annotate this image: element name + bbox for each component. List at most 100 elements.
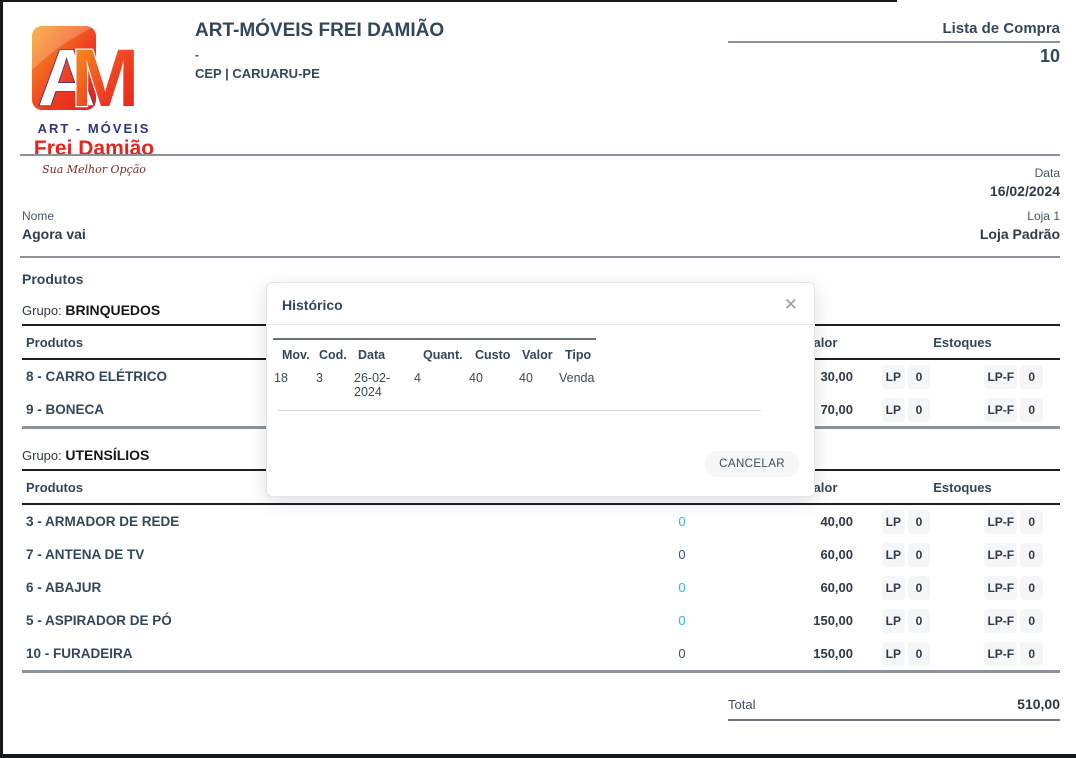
modal-title: Histórico: [282, 297, 343, 313]
modal-table-top-border: [273, 338, 596, 340]
modal-cell-tipo: Venda: [559, 371, 594, 399]
product-qty-link[interactable]: 0: [658, 514, 706, 529]
company-address-line: -: [195, 48, 444, 62]
total-row: Total 510,00: [728, 696, 1060, 721]
lp-chip-value: 0: [908, 576, 931, 600]
product-valor: 40,00: [790, 514, 853, 529]
data-label: Data: [990, 166, 1060, 180]
lp-chip-value: 0: [908, 398, 931, 422]
document-underline: [728, 41, 1060, 43]
modal-col-data: Data: [358, 348, 423, 362]
group-label-prefix: Grupo:: [22, 303, 62, 318]
modal-table-header-row: Mov. Cod. Data Quant. Custo Valor Tipo: [267, 348, 814, 362]
product-row: 10 - FURADEIRA 0 150,00 LP 0 LP-F 0: [22, 637, 1060, 670]
modal-col-mov: Mov.: [282, 348, 319, 362]
product-row: 6 - ABAJUR 0 60,00 LP 0 LP-F 0: [22, 571, 1060, 604]
lpf-chip-value: 0: [1020, 510, 1043, 534]
nome-value: Agora vai: [22, 226, 86, 242]
modal-col-custo: Custo: [475, 348, 522, 362]
modal-cell-valor: 40: [519, 371, 559, 399]
modal-cell-mov: 18: [274, 371, 316, 399]
company-cep-line: CEP | CARUARU-PE: [195, 66, 444, 81]
lp-chip-label: LP: [882, 365, 905, 389]
product-row: 7 - ANTENA DE TV 0 60,00 LP 0 LP-F 0: [22, 538, 1060, 571]
product-qty-link[interactable]: 0: [658, 646, 706, 661]
product-qty-link[interactable]: 0: [658, 580, 706, 595]
divider-header: [20, 154, 1060, 156]
nome-label: Nome: [22, 209, 86, 223]
group-name: UTENSÍLIOS: [65, 447, 149, 463]
column-header-estoques: Estoques: [882, 335, 1043, 350]
nome-field: Nome Agora vai: [22, 209, 86, 242]
total-value: 510,00: [1017, 696, 1060, 712]
lpf-chip-label: LP-F: [984, 642, 1017, 666]
lp-chip-value: 0: [908, 543, 931, 567]
lpf-chip-label: LP-F: [984, 576, 1017, 600]
lp-chip-label: LP: [882, 398, 905, 422]
company-block: ART-MÓVEIS FREI DAMIÃO - CEP | CARUARU-P…: [195, 20, 444, 81]
document-type-label: Lista de Compra: [728, 20, 1060, 37]
modal-col-valor: Valor: [522, 348, 565, 362]
document-info: Lista de Compra 10: [728, 20, 1060, 67]
lpf-chip-value: 0: [1020, 642, 1043, 666]
product-stocks: LP 0 LP-F 0: [882, 398, 1043, 422]
window-frame-left: [0, 0, 3, 758]
close-icon[interactable]: ✕: [784, 296, 798, 313]
lpf-chip-value: 0: [1020, 365, 1043, 389]
lpf-chip-label: LP-F: [984, 398, 1017, 422]
lp-chip-label: LP: [882, 609, 905, 633]
product-name: 5 - ASPIRADOR DE PÓ: [22, 613, 658, 628]
modal-header: Histórico ✕: [267, 283, 814, 325]
product-stocks: LP 0 LP-F 0: [882, 609, 1043, 633]
logo-tagline: Sua Melhor Opção: [28, 163, 160, 176]
modal-cell-custo: 40: [469, 371, 519, 399]
lp-chip-value: 0: [908, 510, 931, 534]
window-frame-bottom: [0, 754, 1076, 758]
product-name: 10 - FURADEIRA: [22, 646, 658, 661]
lp-chip-value: 0: [908, 609, 931, 633]
lpf-chip-value: 0: [1020, 543, 1043, 567]
group-name: BRINQUEDOS: [65, 302, 160, 318]
products-section-heading: Produtos: [22, 271, 83, 287]
modal-col-cod: Cod.: [319, 348, 358, 362]
company-logo: A M ART - MÓVEIS Frei Damião Sua Melhor …: [28, 22, 160, 176]
lista-de-compra-page: A M ART - MÓVEIS Frei Damião Sua Melhor …: [0, 0, 1076, 758]
product-qty-link[interactable]: 0: [658, 547, 706, 562]
modal-cell-data: 26-02-2024: [354, 371, 414, 399]
loja-value: Loja Padrão: [980, 226, 1060, 242]
product-name: 3 - ARMADOR DE REDE: [22, 514, 658, 529]
loja-label: Loja 1: [980, 209, 1060, 223]
lp-chip-label: LP: [882, 510, 905, 534]
modal-cell-cod: 3: [316, 371, 354, 399]
product-stocks: LP 0 LP-F 0: [882, 510, 1043, 534]
data-value: 16/02/2024: [990, 183, 1060, 199]
lpf-chip-label: LP-F: [984, 365, 1017, 389]
product-qty-link[interactable]: 0: [658, 613, 706, 628]
product-valor: 150,00: [790, 646, 853, 661]
product-valor: 150,00: [790, 613, 853, 628]
logo-text-art-moveis: ART - MÓVEIS: [28, 121, 160, 136]
data-field: Data 16/02/2024: [990, 166, 1060, 199]
lpf-chip-label: LP-F: [984, 510, 1017, 534]
product-stocks: LP 0 LP-F 0: [882, 642, 1043, 666]
group-label-prefix: Grupo:: [22, 448, 62, 463]
product-stocks: LP 0 LP-F 0: [882, 365, 1043, 389]
product-row: 5 - ASPIRADOR DE PÓ 0 150,00 LP 0 LP-F 0: [22, 604, 1060, 637]
divider-meta: [20, 256, 1060, 258]
lp-chip-label: LP: [882, 642, 905, 666]
product-valor: 60,00: [790, 547, 853, 562]
column-header-estoques: Estoques: [882, 480, 1043, 495]
modal-col-quant: Quant.: [423, 348, 475, 362]
cancel-button[interactable]: CANCELAR: [705, 451, 799, 477]
lp-chip-label: LP: [882, 543, 905, 567]
svg-text:M: M: [71, 33, 139, 114]
lpf-chip-label: LP-F: [984, 609, 1017, 633]
logo-text-frei-damiao: Frei Damião: [28, 137, 160, 161]
lp-chip-value: 0: [908, 365, 931, 389]
group-table: Produtos Valor Estoques 3 - ARMADOR DE R…: [22, 469, 1060, 673]
lpf-chip-label: LP-F: [984, 543, 1017, 567]
document-number: 10: [728, 46, 1060, 67]
modal-col-tipo: Tipo: [565, 348, 591, 362]
window-frame-top: [0, 0, 897, 2]
product-name: 7 - ANTENA DE TV: [22, 547, 658, 562]
